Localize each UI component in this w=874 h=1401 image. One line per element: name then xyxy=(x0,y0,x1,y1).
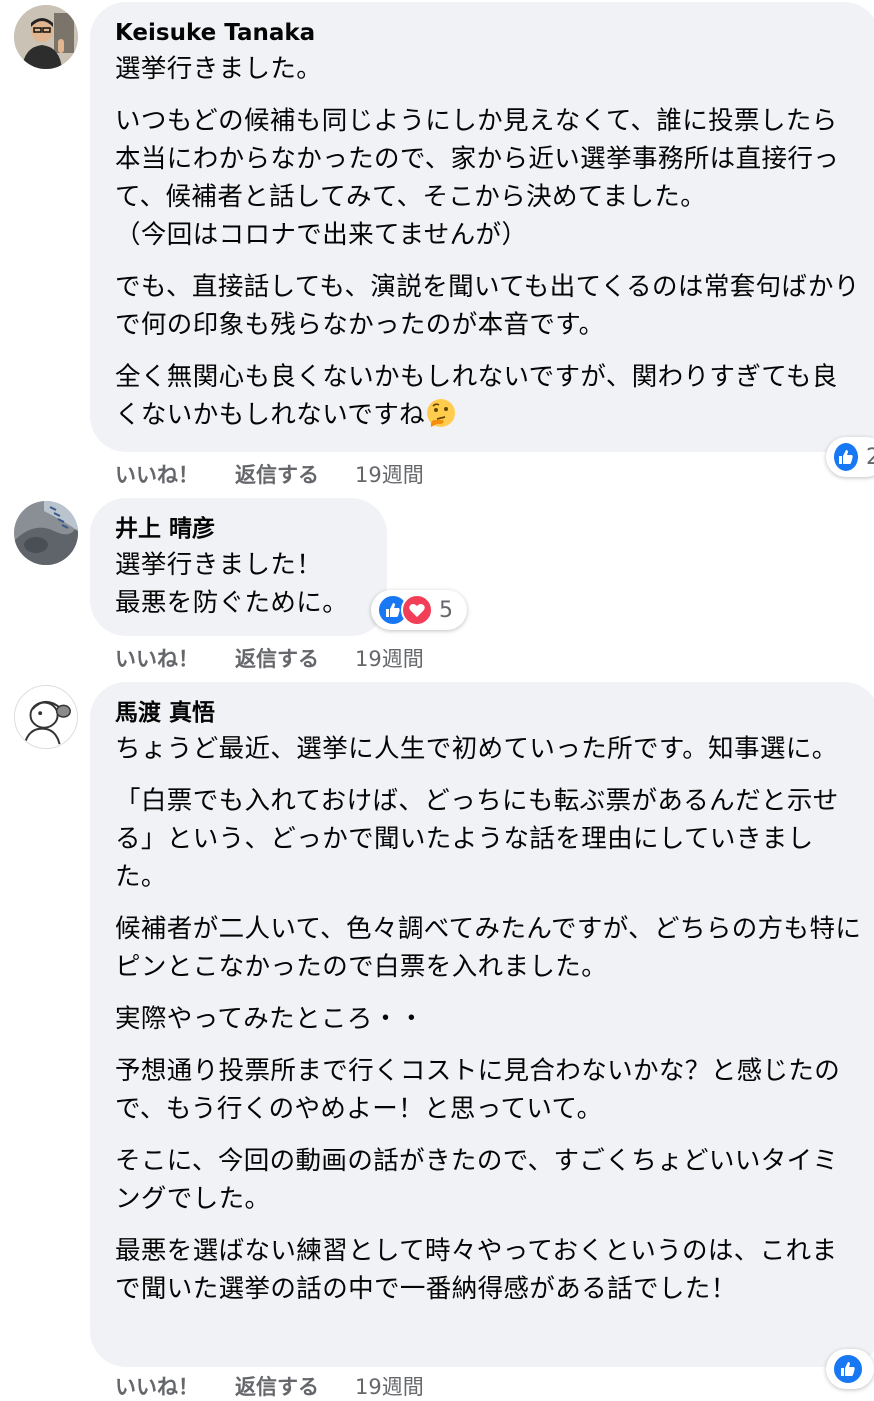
reply-button[interactable]: 返信する xyxy=(235,643,319,673)
like-button[interactable]: いいね！ xyxy=(115,1371,199,1401)
comment-timestamp[interactable]: 19週間 xyxy=(355,1371,424,1401)
comment-timestamp[interactable]: 19週間 xyxy=(355,643,424,673)
avatar[interactable] xyxy=(14,501,78,565)
comment-paragraph: 「白票でも入れておけば、どっちにも転ぶ票があるんだと示せる」という、どっかで聞い… xyxy=(115,786,839,892)
comment-paragraph: ちょうど最近、選挙に人生で初めていった所です。知事選に。 xyxy=(115,734,838,764)
profile-illustration-icon xyxy=(15,686,77,748)
avatar[interactable] xyxy=(14,5,78,69)
comment-bubble: 井上 晴彦 選挙行きました！ 最悪を防ぐために。 xyxy=(90,498,387,636)
comment-paragraph: いつもどの候補も同じようにしか見えなくて、誰に投票したら本当にわからなかったので… xyxy=(115,106,840,250)
comment-keisuke-tanaka: Keisuke Tanaka 選挙行きました。 いつもどの候補も同じようにしか見… xyxy=(0,0,874,490)
avatar[interactable] xyxy=(14,685,78,749)
comment-actions: いいね！ 返信する 19週間 xyxy=(115,459,424,489)
comment-actions: いいね！ 返信する 19週間 xyxy=(115,1371,424,1401)
comment-author[interactable]: 馬渡 真悟 xyxy=(115,698,862,728)
comment-author[interactable]: 井上 晴彦 xyxy=(115,514,369,544)
reaction-summary[interactable] xyxy=(826,1349,874,1389)
reaction-count: 2 xyxy=(866,444,874,470)
comment-inoue-haruhiko: 井上 晴彦 選挙行きました！ 最悪を防ぐために。 5 いいね！ 返信する 19週… xyxy=(0,490,874,680)
like-button[interactable]: いいね！ xyxy=(115,643,199,673)
reply-button[interactable]: 返信する xyxy=(235,1371,319,1401)
reply-button[interactable]: 返信する xyxy=(235,459,319,489)
comment-author[interactable]: Keisuke Tanaka xyxy=(115,18,862,48)
comment-paragraph: 選挙行きました。 xyxy=(115,54,323,84)
comment-paragraph: 予想通り投票所まで行くコストに見合わないかな？と感じたので、もう行くのやめよー！… xyxy=(115,1056,841,1124)
comment-paragraph: 最悪を選ばない練習として時々やっておくというのは、これまで聞いた選挙の話の中で一… xyxy=(115,1236,838,1304)
comment-actions: いいね！ 返信する 19週間 xyxy=(115,643,424,673)
profile-photo-icon xyxy=(14,5,78,69)
comment-paragraph: でも、直接話しても、演説を聞いても出てくるのは常套句ばかりで何の印象も残らなかっ… xyxy=(115,272,860,340)
comment-timestamp[interactable]: 19週間 xyxy=(355,459,424,489)
like-icon xyxy=(832,441,860,473)
like-icon xyxy=(832,1353,864,1385)
reaction-count: 5 xyxy=(439,597,453,623)
comment-paragraph: 選挙行きました！ 最悪を防ぐために。 xyxy=(115,550,349,618)
comment-bubble: Keisuke Tanaka 選挙行きました。 いつもどの候補も同じようにしか見… xyxy=(90,2,874,452)
comment-bubble: 馬渡 真悟 ちょうど最近、選挙に人生で初めていった所です。知事選に。 「白票でも… xyxy=(90,682,874,1367)
reaction-summary[interactable]: 5 xyxy=(371,590,467,630)
comment-paragraph: そこに、今回の動画の話がきたので、すごくちょどいいタイミングでした。 xyxy=(115,1146,839,1214)
like-button[interactable]: いいね！ xyxy=(115,459,199,489)
comment-paragraph: 候補者が二人いて、色々調べてみたんですが、どちらの方も特にピンとこなかったので白… xyxy=(115,914,862,982)
reaction-summary[interactable]: 2 xyxy=(826,437,874,477)
comment-paragraph: 実際やってみたところ・・ xyxy=(115,1004,425,1034)
love-icon xyxy=(401,594,433,626)
comment-mawatari-shingo: 馬渡 真悟 ちょうど最近、選挙に人生で初めていった所です。知事選に。 「白票でも… xyxy=(0,680,874,1399)
thinking-face-icon xyxy=(425,397,457,440)
comment-paragraph-with-emoji: 全く無関心も良くないかもしれないですが、関わりすぎても良くないかもしれないですね xyxy=(115,358,862,440)
comment-paragraph: 全く無関心も良くないかもしれないですが、関わりすぎても良くないかもしれないですね xyxy=(115,362,838,430)
profile-photo-icon xyxy=(14,501,78,565)
